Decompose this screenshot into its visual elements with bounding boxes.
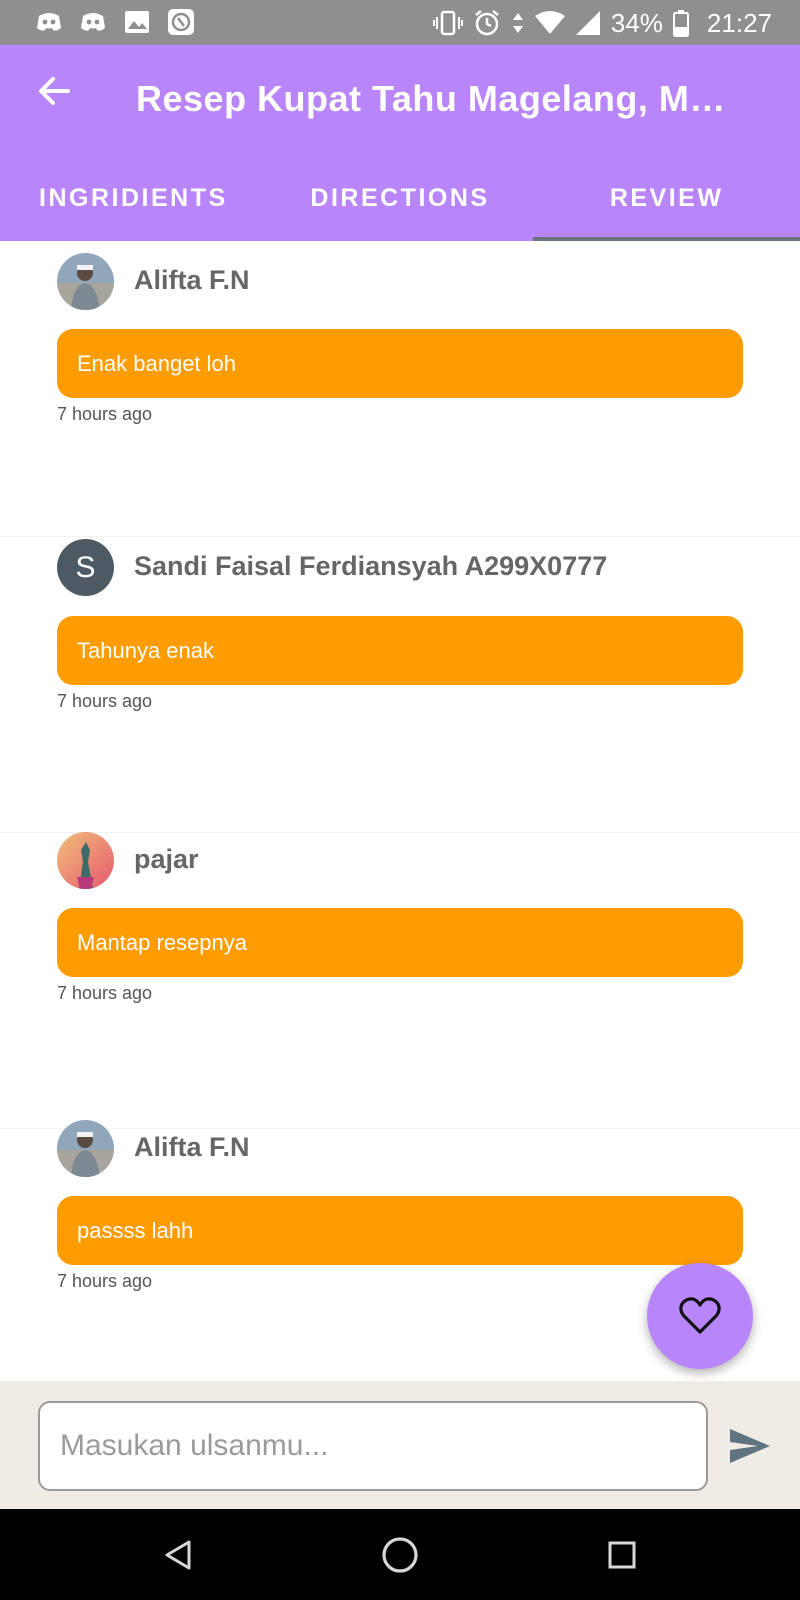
system-icons: 34% 21:27 <box>432 6 772 40</box>
screen: 34% 21:27 Resep Kupat Tahu Magelang, Me…… <box>0 0 800 1600</box>
nav-home-button[interactable] <box>374 1529 426 1581</box>
system-nav-bar <box>0 1509 800 1600</box>
tab-directions[interactable]: DIRECTIONS <box>267 155 534 241</box>
wifi-icon <box>534 11 565 34</box>
avatar <box>57 1120 114 1177</box>
review-time: 7 hours ago <box>57 404 153 424</box>
avatar <box>57 832 114 889</box>
discord-icon <box>37 13 61 31</box>
back-button[interactable] <box>30 67 78 115</box>
app-icon <box>168 9 194 35</box>
page-title: Resep Kupat Tahu Magelang, Me… <box>136 78 736 119</box>
list-item: S Sandi Faisal Ferdiansyah A299X0777 Tah… <box>0 537 800 833</box>
image-icon <box>125 11 149 33</box>
review-time: 7 hours ago <box>57 691 153 711</box>
nav-back-button[interactable] <box>152 1529 204 1581</box>
data-arrows-icon <box>512 13 523 33</box>
battery-icon <box>672 10 689 37</box>
status-bar: 34% 21:27 <box>0 0 800 45</box>
arrow-back-icon <box>39 77 70 105</box>
review-list[interactable]: Alifta F.N Enak banget loh 7 hours ago S… <box>0 241 800 1381</box>
review-time: 7 hours ago <box>57 1271 153 1291</box>
review-text: Tahunya enak <box>57 616 743 685</box>
back-triangle-icon <box>165 1540 191 1570</box>
avatar: S <box>57 539 114 596</box>
list-item: Alifta F.N Enak banget loh 7 hours ago <box>0 241 800 537</box>
reviewer-name: pajar <box>134 844 199 874</box>
user-photo-icon <box>57 1120 114 1177</box>
clock: 21:27 <box>706 7 772 38</box>
review-text: Mantap resepnya <box>57 908 743 977</box>
app-bar: Resep Kupat Tahu Magelang, Me… INGRIDIEN… <box>0 45 800 241</box>
review-text: Enak banget loh <box>57 329 743 398</box>
home-circle-icon <box>382 1537 418 1573</box>
tab-review[interactable]: REVIEW <box>533 155 800 241</box>
reviewer-name: Alifta F.N <box>134 1132 250 1162</box>
review-text: passss lahh <box>57 1196 743 1265</box>
discord-icon <box>81 13 105 31</box>
battery-percent: 34% <box>610 7 663 38</box>
send-icon <box>730 1429 770 1463</box>
alarm-icon <box>475 10 499 36</box>
list-item: pajar Mantap resepnya 7 hours ago <box>0 832 800 1129</box>
user-photo-icon <box>57 832 114 889</box>
vibrate-icon <box>432 10 463 36</box>
tab-bar: INGRIDIENTS DIRECTIONS REVIEW <box>0 155 800 241</box>
signal-icon <box>575 11 600 35</box>
recents-square-icon <box>608 1541 636 1569</box>
reviewer-name: Sandi Faisal Ferdiansyah A299X0777 <box>134 551 608 581</box>
nav-recents-button[interactable] <box>596 1529 648 1581</box>
tab-ingredients[interactable]: INGRIDIENTS <box>0 155 267 241</box>
avatar <box>57 253 114 310</box>
review-input[interactable] <box>38 1401 708 1491</box>
heart-icon <box>679 1297 721 1334</box>
favorite-button[interactable] <box>647 1263 753 1369</box>
send-button[interactable] <box>725 1421 775 1471</box>
reviewer-name: Alifta F.N <box>134 265 250 295</box>
review-input-bar <box>0 1381 800 1509</box>
notification-icons <box>34 8 196 36</box>
review-time: 7 hours ago <box>57 983 153 1003</box>
user-photo-icon <box>57 253 114 310</box>
